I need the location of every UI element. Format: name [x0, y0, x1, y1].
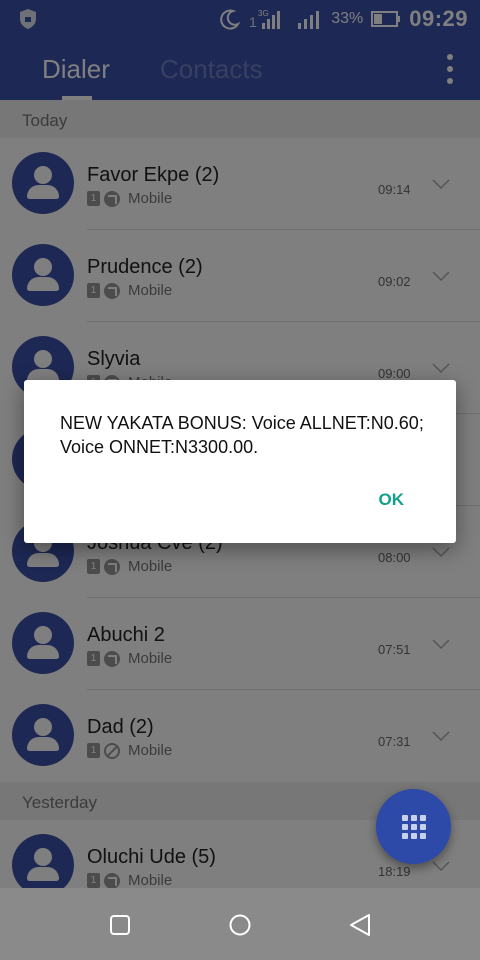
back-icon[interactable]	[345, 910, 375, 940]
alert-dialog: NEW YAKATA BONUS: Voice ALLNET:N0.60; Vo…	[24, 380, 456, 543]
recents-icon[interactable]	[105, 910, 135, 940]
dialog-message: NEW YAKATA BONUS: Voice ALLNET:N0.60; Vo…	[60, 413, 424, 457]
ok-button[interactable]: OK	[379, 490, 405, 510]
home-icon[interactable]	[225, 910, 255, 940]
dialpad-fab[interactable]	[376, 789, 451, 864]
dialpad-icon	[402, 815, 426, 839]
navigation-bar	[0, 888, 480, 960]
